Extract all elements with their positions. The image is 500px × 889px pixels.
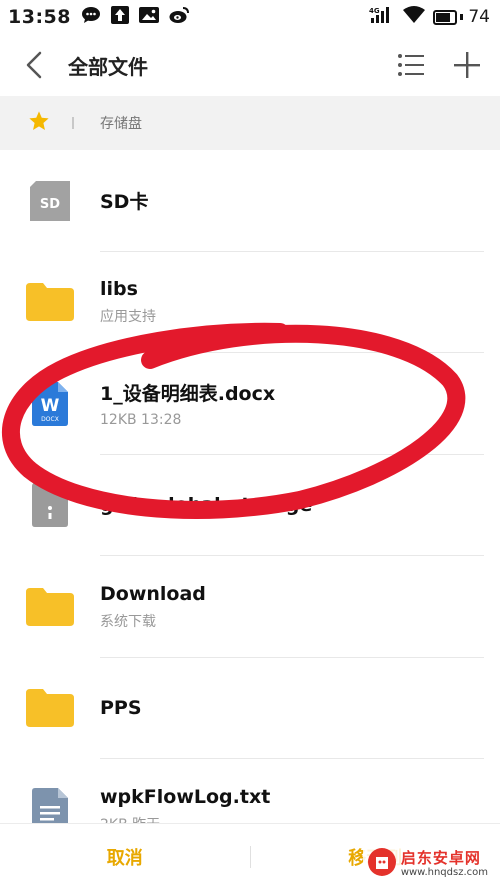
file-text: 1_设备明细表.docx 12KB 13:28: [100, 379, 500, 428]
battery-icon: [433, 9, 458, 25]
file-text: Download 系统下载: [100, 583, 500, 631]
file-name: libs: [100, 278, 138, 301]
cancel-button[interactable]: 取消: [0, 844, 250, 870]
sd-card-icon: SD: [0, 180, 100, 221]
file-meta: 12KB 13:28: [100, 412, 182, 429]
file-meta: 应用支持: [100, 309, 156, 326]
chat-icon: [81, 6, 101, 28]
upload-icon: [110, 6, 129, 28]
svg-text:DOCX: DOCX: [41, 416, 59, 423]
list-item[interactable]: libs 应用支持: [0, 252, 500, 353]
file-icon: [0, 483, 100, 528]
status-right: 4G 74: [369, 6, 490, 28]
file-meta: 系统下载: [100, 613, 156, 630]
file-name: SD卡: [100, 191, 149, 214]
title-bar: 全部文件: [0, 34, 500, 96]
battery-indicator: 74: [433, 7, 490, 27]
svg-text:SD: SD: [40, 197, 60, 212]
list-view-button[interactable]: [394, 48, 428, 82]
folder-icon: [0, 587, 100, 626]
watermark-url: www.hnqdsz.com: [400, 866, 488, 878]
watermark-title: 启东安卓网: [400, 848, 481, 867]
weibo-icon: [169, 6, 189, 28]
notification-icons: [81, 6, 189, 28]
file-text: SD卡: [100, 187, 500, 214]
back-arrow-icon: [26, 51, 42, 79]
file-text: libs 应用支持: [100, 278, 500, 326]
list-icon: [398, 54, 424, 76]
title-actions: [394, 48, 484, 82]
file-list: SD SD卡 libs 应用支持 W DOCX 1_设备明细表.docx 12K…: [0, 150, 500, 861]
file-name: 1_设备明细表.docx: [100, 383, 276, 406]
folder-icon: [0, 689, 100, 728]
list-item[interactable]: Download 系统下载: [0, 556, 500, 658]
file-text: PPS: [100, 697, 500, 719]
file-name: Download: [100, 582, 206, 605]
signal-label: 4G: [369, 7, 380, 15]
breadcrumb: 存储盘: [0, 96, 500, 150]
back-button[interactable]: [14, 45, 54, 85]
signal-icon: 4G: [369, 6, 395, 28]
battery-level: 74: [468, 7, 490, 27]
breadcrumb-storage[interactable]: 存储盘: [100, 113, 142, 133]
image-icon: [138, 6, 159, 28]
list-item[interactable]: SD SD卡: [0, 150, 500, 252]
add-button[interactable]: [450, 48, 484, 82]
status-left: 13:58: [8, 6, 189, 28]
list-item[interactable]: W DOCX 1_设备明细表.docx 12KB 13:28: [0, 353, 500, 455]
watermark-logo-icon: [367, 847, 397, 881]
file-text: gslb_global_storage: [100, 494, 500, 516]
plus-icon: [454, 52, 480, 78]
favorite-star-icon[interactable]: [28, 110, 50, 136]
wifi-icon: [403, 6, 426, 28]
file-name: PPS: [100, 697, 142, 720]
status-bar: 13:58 4G 74: [0, 0, 500, 34]
list-item[interactable]: gslb_global_storage: [0, 455, 500, 556]
svg-text:W: W: [41, 396, 60, 416]
status-time: 13:58: [8, 6, 71, 28]
page-title: 全部文件: [68, 54, 148, 79]
folder-icon: [0, 283, 100, 322]
breadcrumb-separator: [72, 117, 74, 129]
file-name: gslb_global_storage: [100, 494, 313, 517]
list-item[interactable]: PPS: [0, 658, 500, 759]
watermark: 启东安卓网 www.hnqdsz.com: [362, 845, 492, 883]
file-name: wpkFlowLog.txt: [100, 785, 271, 808]
word-doc-icon: W DOCX: [0, 381, 100, 426]
